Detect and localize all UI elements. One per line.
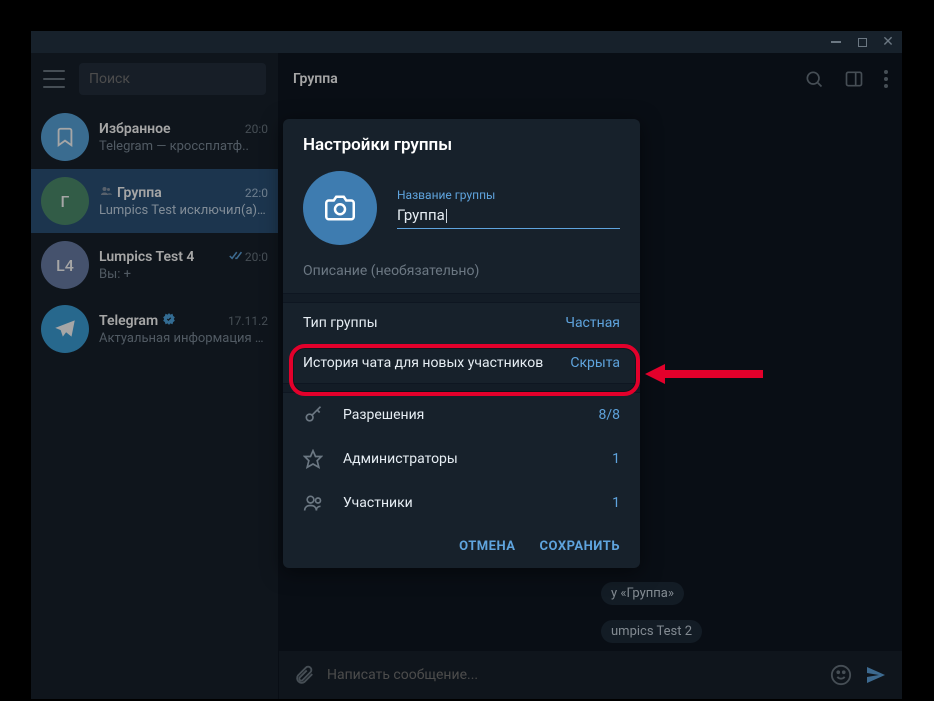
star-icon — [303, 449, 323, 469]
row-value: Скрыта — [570, 355, 620, 371]
description-field[interactable]: Описание (необязательно) — [283, 263, 640, 293]
group-name-value: Группа — [397, 206, 445, 224]
close-icon: ✕ — [882, 35, 894, 49]
row-value: Частная — [565, 315, 620, 331]
modal-top: Название группы Группа — [283, 165, 640, 263]
menu-label: Разрешения — [343, 407, 578, 423]
key-icon — [303, 405, 323, 425]
permissions-row[interactable]: Разрешения 8/8 — [283, 393, 640, 437]
app-window: ✕ Избранное20:0Telegram — кроссплатф..ГГ… — [31, 31, 902, 699]
people-icon — [303, 493, 323, 513]
group-name-field[interactable]: Название группы Группа — [397, 188, 620, 229]
titlebar: ✕ — [31, 31, 902, 53]
group-settings-modal: Настройки группы Название группы Группа … — [283, 119, 640, 568]
menu-label: Администраторы — [343, 451, 592, 467]
members-row[interactable]: Участники 1 — [283, 481, 640, 525]
text-caret — [446, 209, 447, 223]
maximize-button[interactable] — [854, 34, 870, 50]
menu-label: Участники — [343, 495, 592, 511]
menu-value: 1 — [612, 451, 620, 467]
modal-buttons: ОТМЕНА СОХРАНИТЬ — [283, 525, 640, 568]
cancel-button[interactable]: ОТМЕНА — [459, 539, 515, 554]
administrators-row[interactable]: Администраторы 1 — [283, 437, 640, 481]
menu-value: 1 — [612, 495, 620, 511]
save-button[interactable]: СОХРАНИТЬ — [539, 539, 620, 554]
group-type-row[interactable]: Тип группы Частная — [283, 303, 640, 343]
separator — [283, 383, 640, 393]
row-label: История чата для новых участников — [303, 355, 543, 371]
group-name-label: Название группы — [397, 188, 620, 202]
camera-icon — [325, 193, 355, 223]
callout-arrow — [645, 360, 765, 388]
menu-value: 8/8 — [598, 407, 620, 423]
modal-title: Настройки группы — [283, 119, 640, 165]
minimize-button[interactable] — [828, 34, 844, 50]
minimize-icon — [831, 41, 841, 43]
main-area: Избранное20:0Telegram — кроссплатф..ГГру… — [31, 53, 902, 699]
close-button[interactable]: ✕ — [880, 34, 896, 50]
chat-history-row[interactable]: История чата для новых участников Скрыта — [283, 343, 640, 383]
maximize-icon — [858, 38, 867, 47]
separator — [283, 293, 640, 303]
row-label: Тип группы — [303, 315, 378, 331]
group-photo-button[interactable] — [303, 171, 377, 245]
